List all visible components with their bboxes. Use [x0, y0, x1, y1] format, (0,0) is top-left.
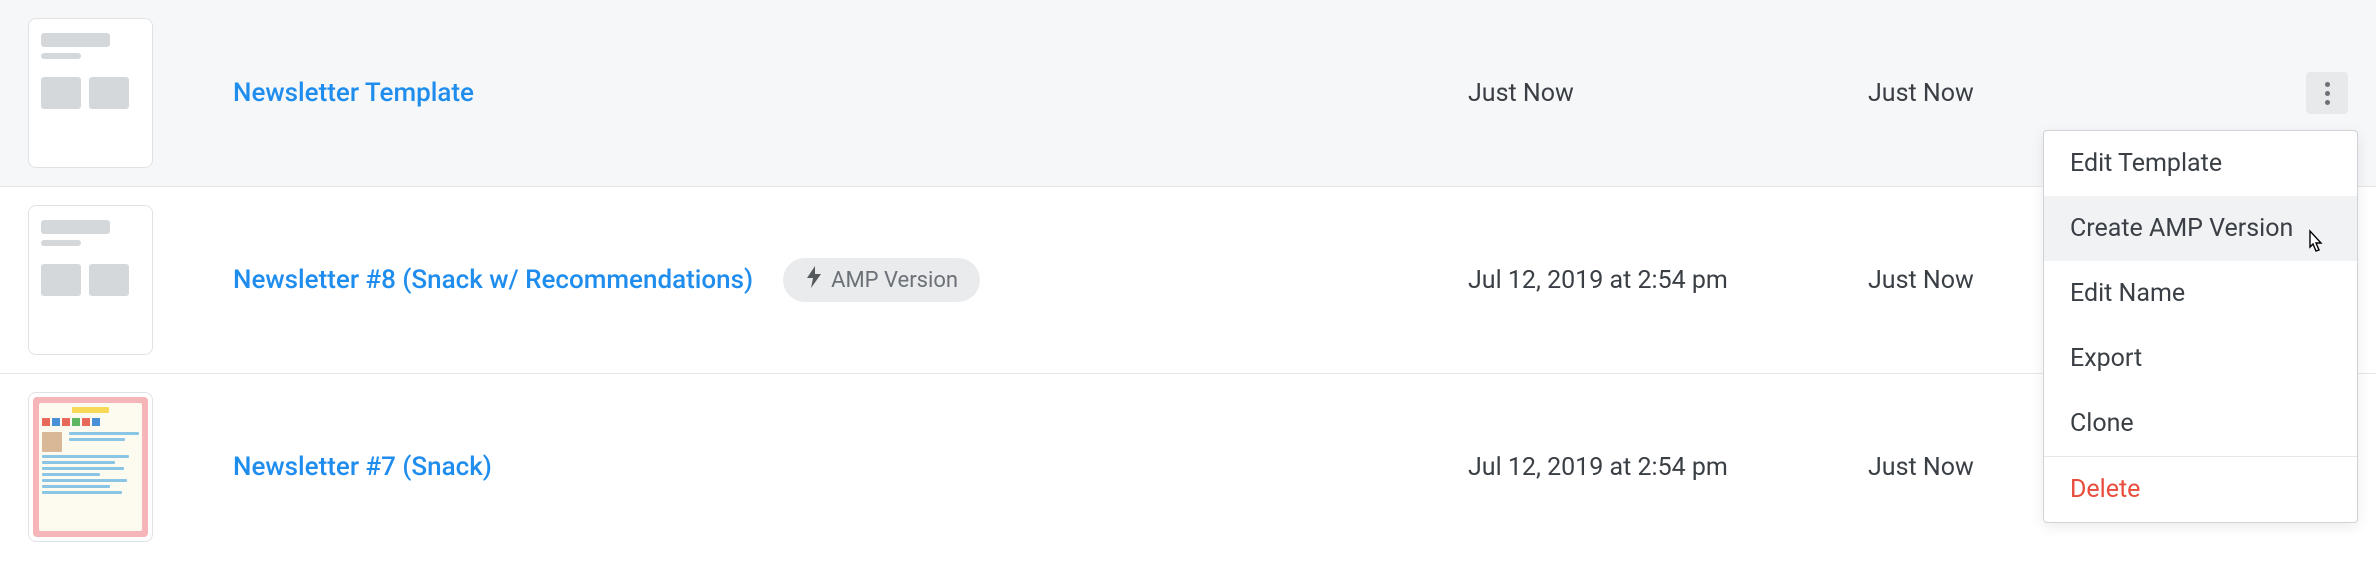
menu-export[interactable]: Export	[2044, 326, 2357, 391]
template-thumbnail[interactable]	[28, 205, 153, 355]
menu-create-amp-version[interactable]: Create AMP Version	[2044, 196, 2357, 261]
row-actions-dropdown: Edit Template Create AMP Version Edit Na…	[2043, 130, 2358, 523]
menu-delete[interactable]: Delete	[2044, 456, 2357, 522]
kebab-menu-button[interactable]	[2306, 72, 2348, 114]
menu-edit-name[interactable]: Edit Name	[2044, 261, 2357, 326]
template-name-link[interactable]: Newsletter #8 (Snack w/ Recommendations)	[233, 265, 753, 295]
template-name-link[interactable]: Newsletter #7 (Snack)	[233, 452, 492, 482]
menu-clone[interactable]: Clone	[2044, 391, 2357, 456]
created-cell: Just Now	[1468, 79, 1868, 108]
template-thumbnail[interactable]	[28, 392, 153, 542]
name-cell: Newsletter #8 (Snack w/ Recommendations)…	[233, 258, 1468, 302]
menu-edit-template[interactable]: Edit Template	[2044, 131, 2357, 196]
actions-cell	[2268, 72, 2348, 114]
template-thumbnail[interactable]	[28, 18, 153, 168]
table-row: Newsletter #7 (Snack) Jul 12, 2019 at 2:…	[0, 374, 2376, 560]
amp-version-badge[interactable]: AMP Version	[783, 258, 980, 302]
name-cell: Newsletter #7 (Snack)	[233, 452, 1468, 482]
updated-cell: Just Now	[1868, 79, 2268, 108]
bolt-icon	[805, 266, 823, 294]
menu-create-amp-label: Create AMP Version	[2070, 214, 2293, 243]
name-cell: Newsletter Template	[233, 78, 1468, 108]
created-cell: Jul 12, 2019 at 2:54 pm	[1468, 453, 1868, 482]
table-row: Newsletter Template Just Now Just Now Ed…	[0, 0, 2376, 187]
templates-table: Newsletter Template Just Now Just Now Ed…	[0, 0, 2376, 560]
cursor-pointer-icon	[2303, 229, 2327, 264]
template-name-link[interactable]: Newsletter Template	[233, 78, 474, 108]
more-vertical-icon	[2325, 82, 2330, 105]
created-cell: Jul 12, 2019 at 2:54 pm	[1468, 266, 1868, 295]
table-row: Newsletter #8 (Snack w/ Recommendations)…	[0, 187, 2376, 374]
amp-badge-label: AMP Version	[831, 268, 958, 293]
